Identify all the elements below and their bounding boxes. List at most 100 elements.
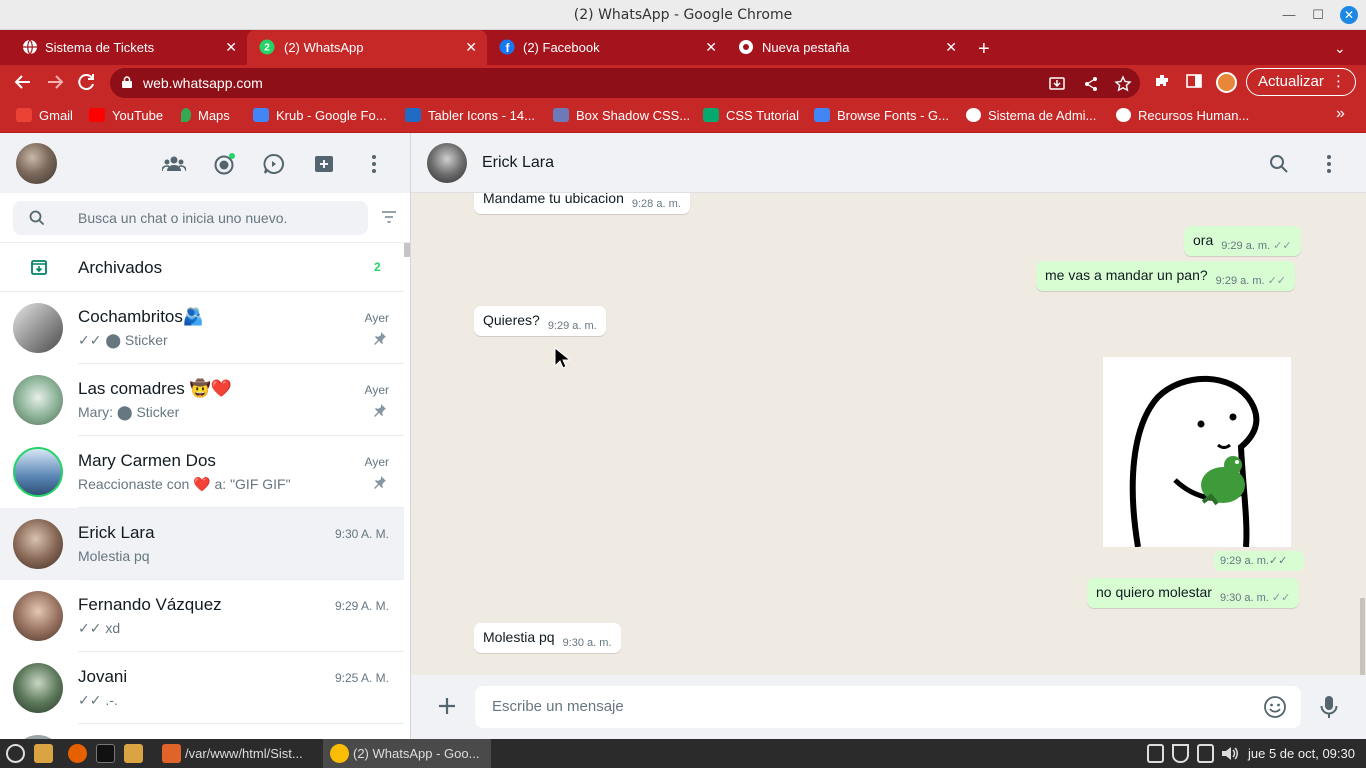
tab-nueva-pestana[interactable]: Nueva pestaña ✕ (727, 30, 967, 65)
tab-sistema-de-tickets[interactable]: Sistema de Tickets ✕ (0, 30, 247, 65)
search-icon[interactable] (1269, 154, 1289, 174)
sticker-image[interactable] (1103, 357, 1291, 548)
conversation-header[interactable]: Erick Lara (411, 133, 1366, 193)
window-titlebar: (2) WhatsApp - Google Chrome — ☐ ✕ (0, 0, 1366, 30)
minimize-button[interactable]: — (1280, 6, 1298, 24)
bookmark-maps[interactable]: Maps (181, 108, 230, 123)
chat-name: Las comadres 🤠❤️ (78, 379, 232, 398)
avatar (13, 447, 63, 497)
chat-time: 9:30 A. M. (334, 527, 389, 541)
read-receipt-icon: ✓✓ (1271, 592, 1291, 604)
message-input-placeholder: Escribe un mensaje (492, 698, 624, 715)
my-profile-avatar[interactable] (16, 143, 57, 184)
sublime-text-icon (162, 744, 181, 763)
chat-list-scrollbar[interactable] (404, 243, 410, 257)
update-button[interactable]: Actualizar ⋮ (1246, 68, 1356, 96)
forward-arrow-icon[interactable] (44, 72, 66, 92)
chat-item-erick-lara[interactable]: Erick Lara 9:30 A. M. Molestia pq (0, 508, 404, 580)
menu-kebab-icon[interactable] (362, 152, 386, 176)
install-app-icon[interactable] (1048, 75, 1066, 93)
shield-icon[interactable] (1172, 744, 1189, 763)
folder-icon[interactable] (124, 744, 143, 763)
network-icon[interactable] (1197, 744, 1214, 763)
new-tab-button[interactable]: + (978, 38, 990, 61)
message-bubble-incoming[interactable]: Quieres? 9:29 a. m. (474, 306, 606, 336)
new-chat-icon[interactable] (312, 152, 336, 176)
message-input[interactable]: Escribe un mensaje (475, 686, 1301, 728)
maximize-button[interactable]: ☐ (1309, 6, 1327, 24)
menu-kebab-icon[interactable] (1319, 152, 1339, 176)
side-panel-icon[interactable] (1185, 72, 1203, 90)
contact-avatar[interactable] (427, 143, 467, 183)
chrome-menu-icon[interactable]: ⋮ (1331, 69, 1346, 95)
chat-item-fernando-vazquez[interactable]: Fernando Vázquez 9:29 A. M. ✓✓ xd (0, 580, 404, 652)
bookmark-gmail[interactable]: Gmail (16, 108, 73, 123)
message-bubble-outgoing[interactable]: ora 9:29 a. m. ✓✓ (1184, 226, 1301, 256)
clipboard-icon[interactable] (1147, 744, 1164, 763)
taskbar-item-editor[interactable]: /var/www/html/Sist... (155, 739, 321, 768)
status-icon[interactable] (212, 152, 236, 176)
message-bubble-outgoing[interactable]: no quiero molestar 9:30 a. m. ✓✓ (1087, 578, 1300, 608)
chat-item-cochambritos[interactable]: Cochambritos🫂 Ayer ✓✓ ⬤ Sticker (0, 292, 404, 364)
terminal-icon[interactable] (96, 744, 115, 763)
bookmark-sistema-admin[interactable]: Sistema de Admi... (966, 108, 1096, 123)
read-receipt-icon: ✓✓ (1273, 240, 1292, 252)
close-tab-icon[interactable]: ✕ (225, 39, 237, 56)
communities-icon[interactable] (162, 152, 186, 176)
share-icon[interactable] (1082, 75, 1100, 93)
bookmark-box-shadow[interactable]: Box Shadow CSS... (553, 108, 690, 123)
archived-chats-row[interactable]: Archivados 2 (0, 243, 404, 292)
maps-pin-icon (181, 108, 191, 122)
globe-icon (966, 108, 981, 122)
volume-icon[interactable] (1220, 744, 1239, 763)
microphone-icon[interactable] (1319, 694, 1339, 720)
bookmark-css-tutorial[interactable]: CSS Tutorial (703, 108, 799, 123)
close-tab-icon[interactable]: ✕ (465, 39, 477, 56)
tab-label: Nueva pestaña (762, 40, 850, 55)
message-bubble-incoming[interactable]: Mandame tu ubicacion 9:28 a. m. (474, 193, 690, 214)
message-time: 9:28 a. m. (631, 198, 681, 210)
chat-last-message: ✓✓ .-. (78, 692, 118, 708)
filter-icon[interactable] (381, 210, 397, 224)
tab-whatsapp[interactable]: 2 (2) WhatsApp ✕ (247, 30, 487, 65)
bookmark-tabler[interactable]: Tabler Icons - 14... (405, 108, 535, 123)
chat-item-partial[interactable] (0, 724, 404, 739)
extensions-icon[interactable] (1153, 72, 1171, 90)
tab-facebook[interactable]: f (2) Facebook ✕ (487, 30, 727, 65)
pin-icon (374, 404, 386, 417)
channels-icon[interactable] (262, 152, 286, 176)
address-bar[interactable]: web.whatsapp.com (110, 68, 1140, 98)
system-clock[interactable]: jue 5 de oct, 09:30 (1248, 746, 1355, 761)
reload-icon[interactable] (76, 72, 98, 92)
files-icon[interactable] (34, 744, 53, 763)
close-window-button[interactable]: ✕ (1340, 6, 1358, 24)
message-bubble-outgoing[interactable]: me vas a mandar un pan? 9:29 a. m. ✓✓ (1036, 261, 1296, 291)
emoji-icon[interactable] (1263, 695, 1287, 719)
pin-icon (374, 332, 386, 345)
message-text: Molestia pq (483, 629, 555, 645)
attach-plus-icon[interactable] (435, 694, 459, 718)
bookmark-krub[interactable]: Krub - Google Fo... (253, 108, 387, 123)
close-tab-icon[interactable]: ✕ (945, 39, 957, 56)
chat-name: Fernando Vázquez (78, 595, 222, 614)
tab-search-button[interactable]: ⌄ (1334, 40, 1346, 57)
bookmark-star-icon[interactable] (1114, 75, 1132, 93)
close-tab-icon[interactable]: ✕ (705, 39, 717, 56)
whatsapp-icon: 2 (259, 39, 275, 55)
conversation-scrollbar[interactable] (1360, 598, 1365, 675)
back-arrow-icon[interactable] (12, 72, 34, 92)
search-input[interactable]: Busca un chat o inicia uno nuevo. (13, 201, 368, 235)
chat-item-mary-carmen-dos[interactable]: Mary Carmen Dos Ayer Reaccionaste con ❤️… (0, 436, 404, 508)
sidebar-header (0, 133, 410, 193)
chat-item-las-comadres[interactable]: Las comadres 🤠❤️ Ayer Mary: ⬤ Sticker (0, 364, 404, 436)
start-menu-icon[interactable] (6, 744, 25, 763)
bookmark-youtube[interactable]: YouTube (89, 108, 163, 123)
firefox-icon[interactable] (68, 744, 87, 763)
chat-item-jovani[interactable]: Jovani 9:25 A. M. ✓✓ .-. (0, 652, 404, 724)
bookmark-recursos-humanos[interactable]: Recursos Human... (1116, 108, 1249, 123)
bookmark-browse-fonts[interactable]: Browse Fonts - G... (814, 108, 949, 123)
message-bubble-incoming[interactable]: Molestia pq 9:30 a. m. (474, 623, 621, 653)
profile-avatar[interactable] (1216, 72, 1237, 93)
more-bookmarks-button[interactable]: » (1336, 105, 1345, 123)
taskbar-item-chrome[interactable]: (2) WhatsApp - Goo... (323, 739, 491, 768)
